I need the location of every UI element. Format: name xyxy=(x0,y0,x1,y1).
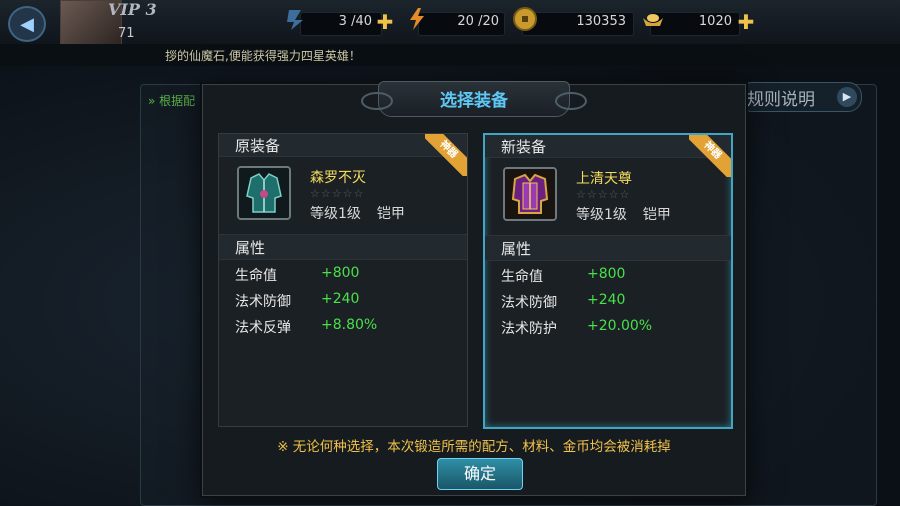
card-header-label: 新装备 xyxy=(501,138,547,156)
attribute-value: +20.00% xyxy=(587,318,653,334)
ribbon-label: 神器 xyxy=(425,134,467,176)
confirm-button[interactable]: 确定 xyxy=(437,458,523,490)
item-level: 等级1级 xyxy=(576,207,627,223)
ingots-value: 1020 xyxy=(698,14,732,29)
top-bar: ◀ VIP 3 71 3 /40 ✚ 20 /20 130353 1020 ✚ xyxy=(0,0,900,46)
attribute-value: +800 xyxy=(321,265,360,281)
rules-button[interactable]: 规则说明 ▶ xyxy=(738,82,862,112)
attribute-name: 生命值 xyxy=(235,268,277,284)
item-name: 上清天尊 xyxy=(576,171,632,187)
armor-icon xyxy=(237,166,291,220)
gold-ingot-icon xyxy=(643,14,663,26)
coins-value: 130353 xyxy=(576,14,626,29)
attribute-value: +800 xyxy=(587,266,626,282)
ribbon-label: 神器 xyxy=(689,135,731,177)
vip-label: VIP 3 xyxy=(108,0,157,19)
energy-value: 20 /20 xyxy=(457,14,499,29)
item-level: 等级1级 xyxy=(310,206,361,222)
attribute-name: 生命值 xyxy=(501,269,543,285)
attribute-name: 法术反弹 xyxy=(235,320,291,336)
add-stamina-button[interactable]: ✚ xyxy=(375,12,395,32)
marquee-notice: 拶的仙魔石,便能获得强力四星英雄！ xyxy=(0,44,900,66)
attribute-value: +240 xyxy=(587,292,626,308)
artifact-ribbon: 神器 xyxy=(689,135,731,177)
attribute-name: 法术防护 xyxy=(501,321,557,337)
attribute-name: 法术防御 xyxy=(501,295,557,311)
card-header-label: 原装备 xyxy=(235,137,281,155)
attribute-value: +240 xyxy=(321,291,360,307)
consumption-notice: ※ 无论何种选择，本次锻造所需的配方、材料、金币均会被消耗掉 xyxy=(277,439,671,455)
dialog-title-plate: 选择装备 xyxy=(361,81,587,117)
item-meta: 等级1级 铠甲 xyxy=(310,203,405,223)
back-button[interactable]: ◀ xyxy=(8,6,46,42)
attributes-header-label: 属性 xyxy=(235,239,266,257)
select-equipment-dialog: 选择装备 原装备 神器 森罗不灭 ☆☆☆☆☆ 等级1级 铠甲 属性 生命值 +80… xyxy=(202,81,746,496)
star-rating: ☆☆☆☆☆ xyxy=(310,187,365,200)
item-meta: 等级1级 铠甲 xyxy=(576,204,671,224)
arrow-left-icon: ◀ xyxy=(20,13,34,35)
stamina-value: 3 /40 xyxy=(338,14,372,29)
attribute-name: 法术防御 xyxy=(235,294,291,310)
marquee-text: 拶的仙魔石,便能获得强力四星英雄！ xyxy=(165,49,361,63)
attributes-header: 属性 xyxy=(485,235,731,261)
stamina-icon xyxy=(287,10,303,30)
background-hint: » 根据配 xyxy=(148,94,196,108)
attributes-header-label: 属性 xyxy=(501,240,532,258)
original-equipment-card[interactable]: 原装备 神器 森罗不灭 ☆☆☆☆☆ 等级1级 铠甲 属性 生命值 +800 法术防… xyxy=(218,133,468,427)
player-level: 71 xyxy=(118,26,135,41)
lightning-icon xyxy=(410,8,424,30)
play-icon: ▶ xyxy=(837,87,857,107)
item-name: 森罗不灭 xyxy=(310,170,366,186)
rules-label: 规则说明 xyxy=(747,90,815,110)
star-rating: ☆☆☆☆☆ xyxy=(576,188,631,201)
coin-icon xyxy=(513,7,537,31)
item-type: 铠甲 xyxy=(642,207,671,223)
new-equipment-card[interactable]: 新装备 神器 上清天尊 ☆☆☆☆☆ 等级1级 铠甲 属性 生命值 +800 法术防… xyxy=(483,133,733,429)
add-ingots-button[interactable]: ✚ xyxy=(736,12,756,32)
attribute-value: +8.80% xyxy=(321,317,378,333)
artifact-ribbon: 神器 xyxy=(425,134,467,176)
armor-icon xyxy=(503,167,557,221)
item-type: 铠甲 xyxy=(376,206,405,222)
dialog-title: 选择装备 xyxy=(440,91,508,111)
attributes-header: 属性 xyxy=(219,234,467,260)
